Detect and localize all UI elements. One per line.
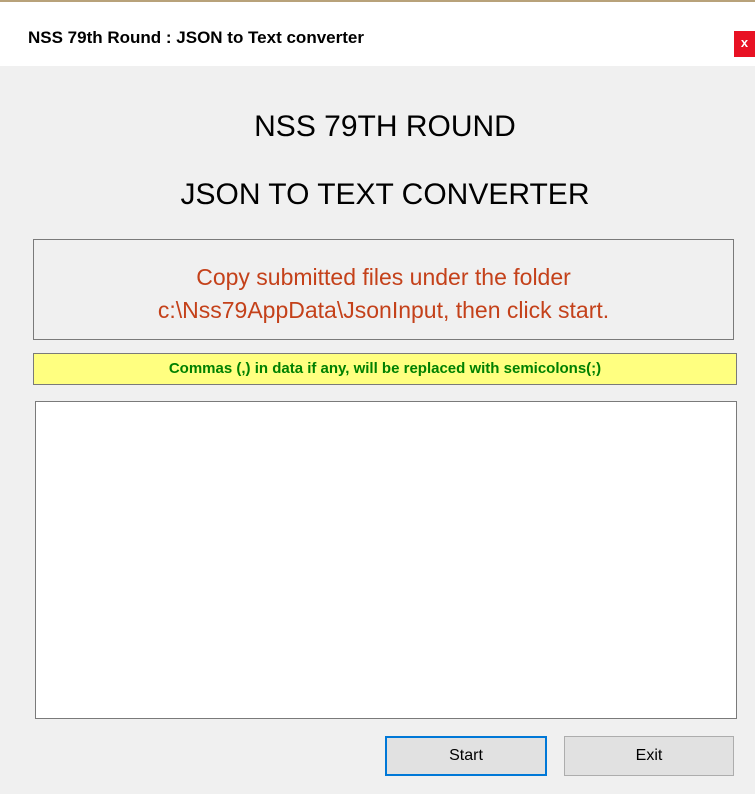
comma-replacement-note: Commas (,) in data if any, will be repla… [33,353,737,385]
exit-button[interactable]: Exit [564,736,734,776]
start-button[interactable]: Start [385,736,547,776]
title-bar[interactable]: NSS 79th Round : JSON to Text converter … [0,2,755,66]
output-log-textarea[interactable] [35,401,737,719]
heading-round: NSS 79TH ROUND [254,110,516,143]
instruction-text-line1: Copy submitted files under the folder [196,264,571,290]
instruction-text-line2: c:\Nss79AppData\JsonInput, then click st… [157,297,610,323]
form-client-area: NSS 79TH ROUND JSON TO TEXT CONVERTER Co… [0,66,755,794]
instruction-box: Copy submitted files under the folder c:… [33,239,734,340]
close-button[interactable]: x [734,31,755,57]
heading-converter: JSON TO TEXT CONVERTER [180,178,590,211]
window-title: NSS 79th Round : JSON to Text converter [28,28,364,47]
